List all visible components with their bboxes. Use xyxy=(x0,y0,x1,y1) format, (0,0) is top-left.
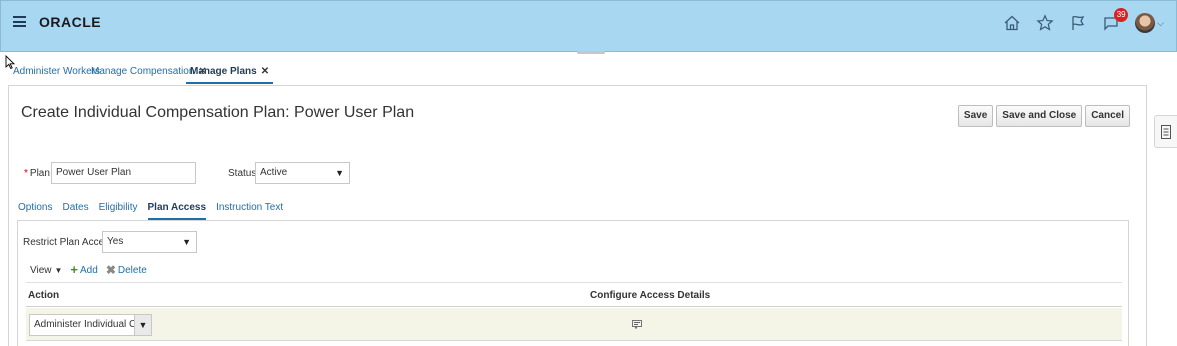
tab-label: Manage Compensation xyxy=(91,66,195,77)
tab-dates[interactable]: Dates xyxy=(62,202,88,220)
tab-administer-workers[interactable]: Administer Workers xyxy=(13,66,100,84)
save-button[interactable]: Save xyxy=(957,105,994,127)
dropdown-arrow-icon: ▼ xyxy=(335,168,344,178)
dropdown-arrow-icon: ▼ xyxy=(182,237,191,247)
status-select[interactable]: Active ▼ xyxy=(255,162,350,184)
oracle-logo[interactable]: ORACLE xyxy=(39,14,101,30)
header-icon-bar: 39 ⌵ xyxy=(990,8,1164,35)
table-header: Action Configure Access Details xyxy=(26,282,1122,307)
save-and-close-button[interactable]: Save and Close xyxy=(996,105,1083,127)
status-selected-value: Active xyxy=(260,167,288,178)
column-header-configure-access-details[interactable]: Configure Access Details xyxy=(590,290,710,301)
page-title: Create Individual Compensation Plan: Pow… xyxy=(21,104,415,121)
document-list-icon xyxy=(1161,125,1171,139)
add-button[interactable]: + Add xyxy=(70,262,97,277)
notifications-badge: 39 xyxy=(1114,8,1129,22)
tab-plan-access[interactable]: Plan Access xyxy=(147,202,207,220)
plan-sub-tabs: Options Dates Eligibility Plan Access In… xyxy=(18,202,293,220)
page-actions: Save Save and Close Cancel xyxy=(955,105,1130,127)
global-header: ORACLE 39 ⌵ xyxy=(0,0,1177,52)
user-avatar[interactable] xyxy=(1135,13,1156,33)
delete-button[interactable]: ✖ Delete xyxy=(106,263,147,277)
table-toolbar: View ▼ + Add ✖ Delete xyxy=(30,263,155,277)
close-tab-icon[interactable]: ✕ xyxy=(261,66,269,77)
main-panel: Create Individual Compensation Plan: Pow… xyxy=(8,85,1147,346)
column-header-action[interactable]: Action xyxy=(28,290,59,301)
home-icon[interactable] xyxy=(1001,12,1023,34)
plan-label: * Plan xyxy=(24,168,50,179)
tab-label: Manage Plans xyxy=(190,66,257,77)
navigator-menu-icon[interactable] xyxy=(13,16,26,27)
plan-access-region: Restrict Plan Access Yes ▼ View ▼ + Add … xyxy=(17,220,1129,346)
table-row[interactable]: Administer Individual Compen ▼ xyxy=(26,308,1122,341)
dropdown-arrow-icon: ▼ xyxy=(134,315,151,335)
dropdown-arrow-icon: ▼ xyxy=(54,265,63,275)
page-tabs-bar: Administer Workers Manage Compensation ✕ … xyxy=(0,54,1177,85)
configure-details-icon[interactable] xyxy=(632,320,642,329)
restrict-plan-access-select[interactable]: Yes ▼ xyxy=(102,231,197,253)
view-menu[interactable]: View ▼ xyxy=(30,265,62,276)
action-select[interactable]: Administer Individual Compen ▼ xyxy=(29,314,152,336)
status-label: Status xyxy=(228,168,257,179)
watchlist-flag-icon[interactable] xyxy=(1067,12,1089,34)
tab-instruction-text[interactable]: Instruction Text xyxy=(216,202,283,220)
notifications-icon[interactable]: 39 xyxy=(1100,8,1129,34)
plan-name-input[interactable]: Power User Plan xyxy=(51,162,196,184)
required-indicator: * xyxy=(24,168,28,179)
cancel-button[interactable]: Cancel xyxy=(1085,105,1130,127)
chevron-down-icon[interactable]: ⌵ xyxy=(1157,18,1164,29)
delete-icon: ✖ xyxy=(105,263,116,277)
favorites-star-icon[interactable] xyxy=(1034,12,1056,34)
tab-options[interactable]: Options xyxy=(18,202,52,220)
tab-manage-plans[interactable]: Manage Plans ✕ xyxy=(186,66,274,84)
restrict-selected-value: Yes xyxy=(107,236,124,247)
tab-eligibility[interactable]: Eligibility xyxy=(99,202,138,220)
side-panel-toggle[interactable] xyxy=(1154,115,1177,148)
tab-label: Administer Workers xyxy=(13,66,101,77)
restrict-plan-access-label: Restrict Plan Access xyxy=(23,237,115,248)
add-icon: + xyxy=(70,262,79,277)
